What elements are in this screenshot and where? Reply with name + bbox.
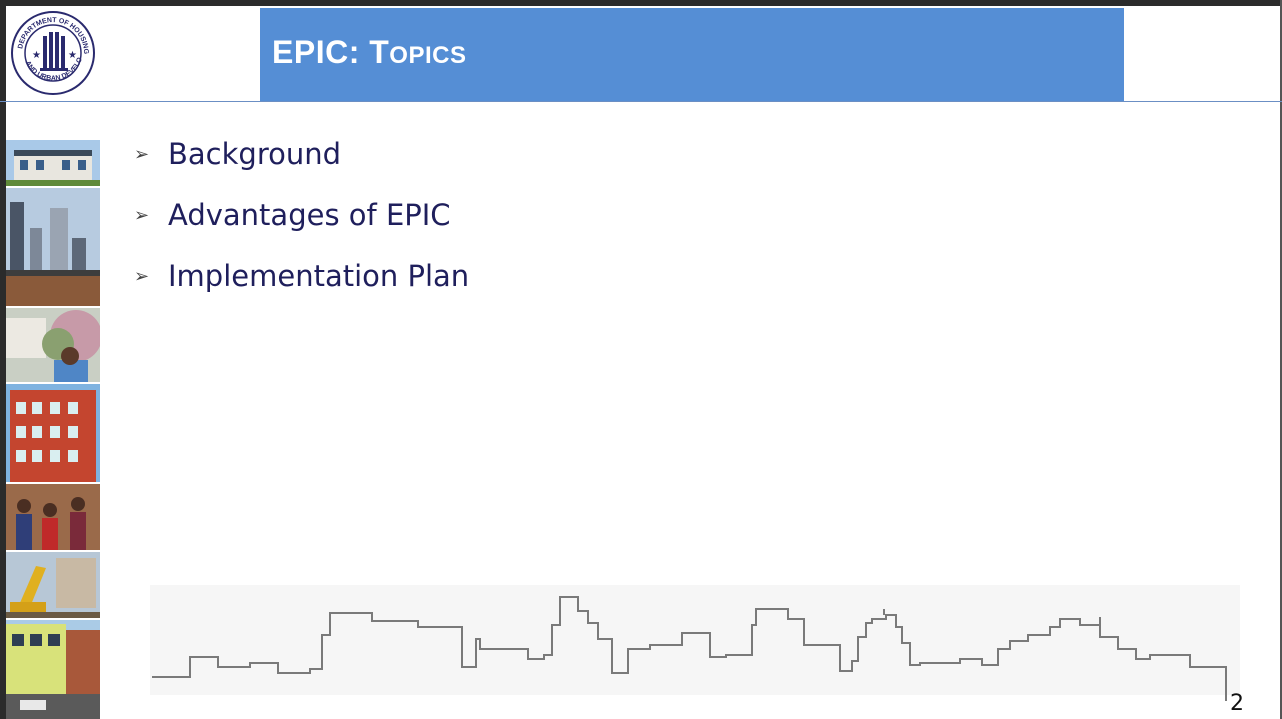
photo-strip [6,140,100,719]
topic-label: Background [168,137,342,171]
house-photo [6,140,100,186]
slide-frame-top [0,0,1282,6]
topic-label: Advantages of EPIC [168,198,451,232]
apartment-building-photo [6,384,100,482]
topic-label: Implementation Plan [168,259,470,293]
skyline-outline-drawing [150,585,1240,701]
topic-list: ➢ Background ➢ Advantages of EPIC ➢ Impl… [134,134,469,317]
family-photo [6,484,100,550]
list-item: ➢ Background [134,134,469,174]
hud-seal-logo-icon: DEPARTMENT OF HOUSING AND URBAN DEVELOPM… [10,10,95,95]
storefront-photo [6,620,100,719]
page-number: 2 [1230,691,1244,716]
city-towers-photo [6,188,100,306]
arrowhead-bullet-icon: ➢ [134,265,150,287]
arrowhead-bullet-icon: ➢ [134,143,150,165]
construction-photo [6,552,100,618]
neighborhood-photo [6,308,100,382]
arrowhead-bullet-icon: ➢ [134,204,150,226]
slide-title: EPIC: TOPICS [272,34,467,70]
header-divider [0,101,1282,102]
svg-text:★: ★ [68,50,77,61]
list-item: ➢ Advantages of EPIC [134,195,469,235]
list-item: ➢ Implementation Plan [134,256,469,296]
svg-text:★: ★ [32,50,41,61]
